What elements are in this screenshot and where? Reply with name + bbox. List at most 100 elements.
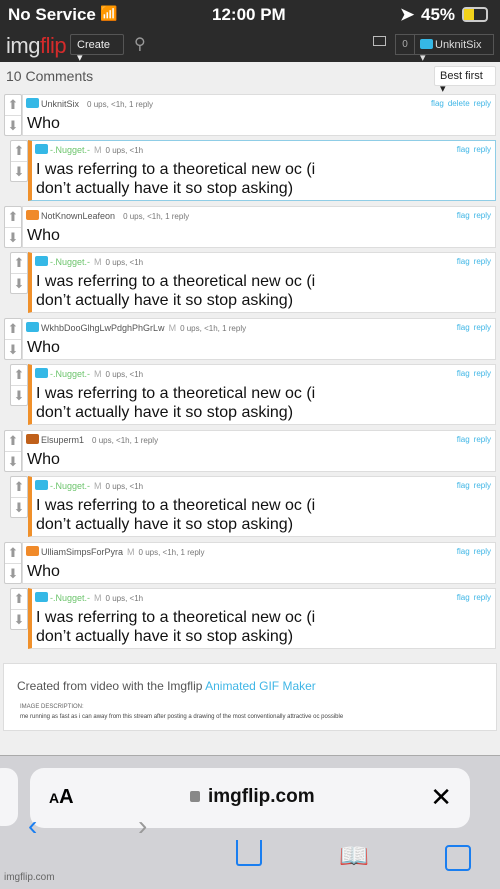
mail-icon[interactable]: [373, 36, 386, 46]
imgflip-logo[interactable]: imgflip: [6, 33, 67, 59]
username[interactable]: Elsuperm1: [41, 435, 84, 445]
username[interactable]: -.Nugget.-: [50, 593, 90, 603]
username[interactable]: UlliamSimpsForPyra: [41, 547, 123, 557]
flag-link[interactable]: flag: [457, 593, 470, 602]
comment-body: -.Nugget.- M 0 ups, <1h flag reply I was re…: [28, 476, 496, 537]
reply-link[interactable]: reply: [474, 211, 491, 220]
watermark: imgflip.com: [4, 872, 55, 883]
status-bar: No Service 📶 12:00 PM ➤ 45%: [0, 0, 500, 30]
comment-text: I was referring to a theoretical new oc …: [36, 609, 316, 645]
reply-comment: ⬆ ⬇ -.Nugget.- M 0 ups, <1h flag reply I was…: [0, 364, 500, 425]
downvote-icon[interactable]: ⬇: [11, 273, 27, 293]
upvote-icon[interactable]: ⬆: [5, 319, 21, 339]
avatar: [35, 144, 48, 154]
gif-maker-link[interactable]: Animated GIF Maker: [205, 679, 316, 693]
upvote-icon[interactable]: ⬆: [11, 365, 27, 385]
comments-count: 10 Comments: [6, 68, 94, 84]
upvote-icon[interactable]: ⬆: [11, 477, 27, 497]
flag-link[interactable]: flag: [457, 547, 470, 556]
flag-link[interactable]: flag: [457, 481, 470, 490]
back-icon[interactable]: ‹: [28, 810, 37, 842]
comment-text: Who: [27, 563, 60, 580]
previous-tab[interactable]: [0, 768, 18, 826]
forward-icon[interactable]: ›: [138, 810, 147, 842]
vote-buttons: ⬆ ⬇: [10, 252, 28, 294]
username[interactable]: -.Nugget.-: [50, 257, 90, 267]
mod-badge: M: [94, 145, 102, 155]
flag-link[interactable]: flag: [457, 435, 470, 444]
address-bar[interactable]: AA imgflip.com ✕: [30, 768, 470, 828]
avatar: [35, 480, 48, 490]
downvote-icon[interactable]: ⬇: [11, 497, 27, 517]
reader-options-button[interactable]: AA: [49, 786, 74, 809]
reply-link[interactable]: reply: [474, 435, 491, 444]
username[interactable]: WkhbDooGlhgLwPdghPhGrLw: [41, 323, 165, 333]
upvote-icon[interactable]: ⬆: [5, 431, 21, 451]
downvote-icon[interactable]: ⬇: [11, 609, 27, 629]
description-text: me running as fast as i can away from th…: [20, 714, 344, 720]
username[interactable]: -.Nugget.-: [50, 145, 90, 155]
flag-link[interactable]: flag: [457, 145, 470, 154]
reply-link[interactable]: reply: [474, 145, 491, 154]
upvote-icon[interactable]: ⬆: [5, 207, 21, 227]
sort-dropdown[interactable]: Best first ▾: [434, 66, 496, 95]
delete-link[interactable]: delete: [448, 99, 470, 108]
share-icon[interactable]: [236, 840, 262, 866]
downvote-icon[interactable]: ⬇: [5, 115, 21, 135]
comment: ⬆ ⬇ NotKnownLeafeon 0 ups, <1h, 1 reply fl…: [0, 206, 500, 248]
comment-text: Who: [27, 227, 60, 244]
flag-link[interactable]: flag: [457, 257, 470, 266]
downvote-icon[interactable]: ⬇: [11, 161, 27, 181]
downvote-icon[interactable]: ⬇: [5, 451, 21, 471]
comment: ⬆ ⬇ UlliamSimpsForPyra M 0 ups, <1h, 1 repl…: [0, 542, 500, 584]
reply-link[interactable]: reply: [474, 257, 491, 266]
comment-text: Who: [27, 115, 60, 132]
username[interactable]: -.Nugget.-: [50, 369, 90, 379]
reply-link[interactable]: reply: [474, 323, 491, 332]
notification-count[interactable]: 0: [395, 34, 415, 55]
reply-link[interactable]: reply: [474, 99, 491, 108]
close-icon[interactable]: ✕: [430, 782, 452, 813]
vote-buttons: ⬆ ⬇: [4, 542, 22, 584]
comment-body: UlliamSimpsForPyra M 0 ups, <1h, 1 reply f…: [22, 542, 496, 584]
reply-link[interactable]: reply: [474, 593, 491, 602]
flag-link[interactable]: flag: [457, 211, 470, 220]
wifi-icon: 📶: [100, 5, 118, 21]
avatar: [26, 546, 39, 556]
vote-buttons: ⬆ ⬇: [10, 364, 28, 406]
tabs-icon[interactable]: [445, 845, 471, 871]
username[interactable]: NotKnownLeafeon: [41, 211, 115, 221]
reply-link[interactable]: reply: [474, 369, 491, 378]
reply-link[interactable]: reply: [474, 547, 491, 556]
create-button[interactable]: Create ▾: [70, 34, 124, 64]
upvote-icon[interactable]: ⬆: [11, 141, 27, 161]
username[interactable]: -.Nugget.-: [50, 481, 90, 491]
downvote-icon[interactable]: ⬇: [5, 563, 21, 583]
bookmarks-icon[interactable]: 📖: [339, 842, 369, 871]
comment-body: Elsuperm1 0 ups, <1h, 1 reply flag reply W…: [22, 430, 496, 472]
reply-link[interactable]: reply: [474, 481, 491, 490]
battery-percent: 45%: [421, 5, 456, 24]
comment-meta: 0 ups, <1h: [105, 146, 144, 155]
vote-buttons: ⬆ ⬇: [4, 318, 22, 360]
comment-meta: 0 ups, <1h, 1 reply: [138, 548, 205, 557]
flag-link[interactable]: flag: [431, 99, 444, 108]
flag-link[interactable]: flag: [457, 369, 470, 378]
carrier: No Service: [8, 5, 96, 24]
upvote-icon[interactable]: ⬆: [11, 589, 27, 609]
username[interactable]: UnknitSix: [41, 99, 79, 109]
upvote-icon[interactable]: ⬆: [11, 253, 27, 273]
user-menu[interactable]: UnknitSix ▾: [414, 34, 494, 64]
location-icon: ➤: [400, 5, 415, 24]
comment-meta: 0 ups, <1h, 1 reply: [123, 212, 190, 221]
search-icon[interactable]: ⚲: [134, 34, 146, 54]
vote-buttons: ⬆ ⬇: [4, 94, 22, 136]
upvote-icon[interactable]: ⬆: [5, 543, 21, 563]
upvote-icon[interactable]: ⬆: [5, 95, 21, 115]
downvote-icon[interactable]: ⬇: [5, 339, 21, 359]
description-label: IMAGE DESCRIPTION:: [20, 704, 84, 710]
mod-badge: M: [168, 323, 177, 333]
downvote-icon[interactable]: ⬇: [5, 227, 21, 247]
flag-link[interactable]: flag: [457, 323, 470, 332]
downvote-icon[interactable]: ⬇: [11, 385, 27, 405]
